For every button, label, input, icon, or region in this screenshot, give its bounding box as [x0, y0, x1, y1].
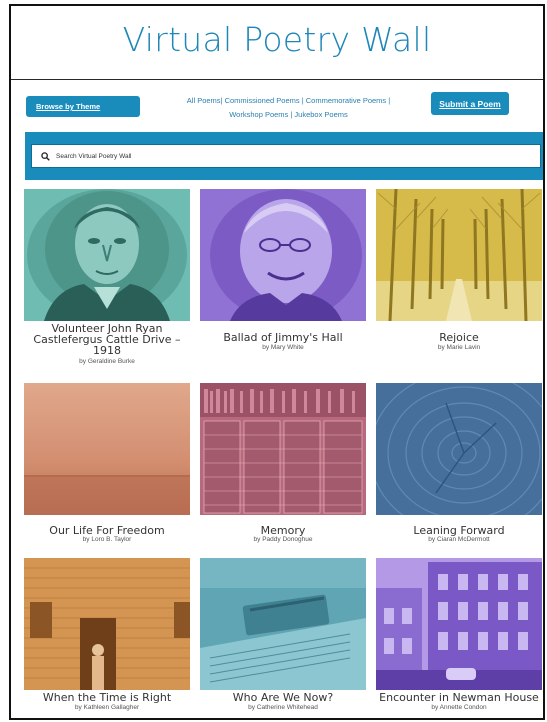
- poem-title[interactable]: Leaning Forward: [370, 525, 543, 536]
- poem-author: by Kathleen Gallagher: [74, 704, 140, 711]
- portrait-old-man-icon[interactable]: [200, 189, 366, 321]
- search-input[interactable]: [56, 152, 456, 160]
- sea-horizon-icon[interactable]: [24, 383, 190, 515]
- tree-rings-icon[interactable]: [376, 383, 542, 515]
- page-frame: Virtual Poetry Wall Browse by Theme All …: [9, 4, 545, 720]
- browse-by-theme-button[interactable]: Browse by Theme: [26, 96, 140, 117]
- papers-pen-icon[interactable]: [200, 558, 366, 690]
- poem-author: by Paddy Donoghue: [253, 536, 313, 543]
- portrait-man-icon[interactable]: [24, 189, 190, 321]
- search-box[interactable]: [31, 144, 541, 168]
- poem-author: by Loro B. Taylor: [82, 536, 132, 543]
- brick-house-icon[interactable]: [24, 558, 190, 690]
- poem-author: by Annette Condon: [431, 704, 487, 711]
- poem-title[interactable]: Ballad of Jimmy's Hall: [194, 332, 372, 343]
- poem-title[interactable]: Who Are We Now?: [194, 692, 372, 703]
- poem-author: by Geraldine Burke: [79, 358, 135, 365]
- poem-author: by Catherine Whitehead: [248, 704, 318, 711]
- poem-author: by Marie Lavin: [437, 344, 481, 351]
- poem-title[interactable]: Rejoice: [370, 332, 543, 343]
- poem-title[interactable]: Encounter in Newman House: [370, 692, 543, 703]
- poem-author: by Ciaran McDermott: [428, 536, 490, 543]
- search-bar: [25, 132, 543, 180]
- poem-title[interactable]: Memory: [194, 525, 372, 536]
- page-title: Virtual Poetry Wall: [122, 20, 432, 59]
- nav-links-line-1[interactable]: All Poems| Commissioned Poems | Commemor…: [187, 96, 390, 105]
- tree-avenue-icon[interactable]: [376, 189, 542, 321]
- archive-shelves-icon[interactable]: [200, 383, 366, 515]
- search-icon: [41, 151, 50, 161]
- poem-category-nav: All Poems| Commissioned Poems | Commemor…: [166, 94, 411, 122]
- header-divider: [11, 79, 543, 80]
- poem-title[interactable]: Volunteer John Ryan Castlefergus Cattle …: [18, 323, 196, 356]
- submit-poem-button[interactable]: Submit a Poem: [431, 92, 509, 115]
- nav-links-line-2[interactable]: Workshop Poems | Jukebox Poems: [229, 110, 348, 119]
- poem-author: by Mary White: [262, 344, 304, 351]
- poem-title[interactable]: Our Life For Freedom: [18, 525, 196, 536]
- poem-title[interactable]: When the Time is Right: [18, 692, 196, 703]
- georgian-building-icon[interactable]: [376, 558, 542, 690]
